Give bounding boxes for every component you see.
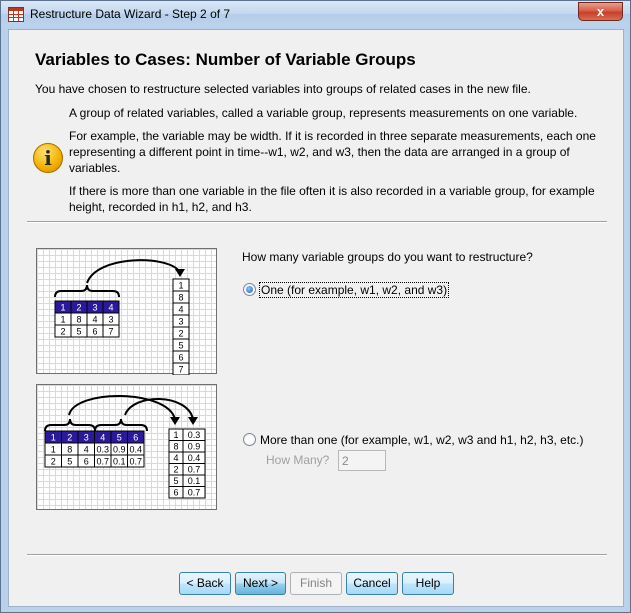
table-grid-icon [8,7,24,22]
title-bar[interactable]: Restructure Data Wizard - Step 2 of 7 x [1,1,630,27]
diagram-one-data-cell: 1 [60,315,65,325]
question-label: How many variable groups do you want to … [242,250,533,264]
diagram-more-header-cell: 2 [67,433,72,443]
diagram-one-header-cell: 4 [108,303,113,313]
diagram-more-result-b-cell: 0.4 [188,453,201,463]
diagram-more-data-cell: 0.1 [113,457,126,467]
diagram-more-result-a-cell: 1 [173,430,178,440]
diagram-one-data-cell: 5 [76,327,81,337]
intro-text: You have chosen to restructure selected … [35,82,531,96]
diagram-more-result-b-cell: 0.3 [188,430,201,440]
bottom-divider [27,554,607,556]
top-divider [27,221,607,223]
diagram-one-data-cell: 8 [76,315,81,325]
diagram-one-result-cell: 1 [178,281,183,291]
diagram-more-data-cell: 0.7 [129,457,142,467]
diagram-one-result-cell: 6 [178,353,183,363]
diagram-more-svg: 123456 1 8 4 0.3 0.9 0.42 5 6 0.7 0.1 0.7 1842560.… [44,395,206,499]
diagram-more-data-cell: 2 [51,457,56,467]
diagram-more-data-cell: 6 [84,457,89,467]
diagram-more-header-cell: 1 [51,433,56,443]
diagram-one-header-cell: 2 [76,303,81,313]
diagram-one-data-cell: 6 [92,327,97,337]
diagram-more-result-b-cell: 0.1 [188,476,201,486]
diagram-more-header-cell: 5 [117,433,122,443]
diagram-more-result-a-cell: 6 [173,488,178,498]
diagram-more-data-cell: 5 [67,457,72,467]
diagram-one-data-cell: 4 [92,315,97,325]
diagram-more-result-b-cell: 0.9 [188,442,201,452]
diagram-more-header-cell: 4 [100,433,105,443]
info-icon: i [33,143,63,173]
diagram-more-result-a-cell: 5 [173,476,178,486]
diagram-more-data-cell: 4 [84,445,89,455]
diagram-one-svg: 1 2 3 4 1 8 4 3 2 5 6 7 1 8 4 3 2 5 6 7 [54,259,190,375]
diagram-more-header-cell: 6 [133,433,138,443]
diagram-one-result-cell: 5 [178,341,183,351]
how-many-label: How Many? [266,453,330,467]
diagram-one-group: 1 2 3 4 1 8 4 3 2 5 6 7 1 8 4 3 2 5 6 7 [36,248,217,375]
diagram-one-result-cell: 8 [178,293,183,303]
diagram-more-result-a-cell: 4 [173,453,178,463]
diagram-one-result-cell: 3 [178,317,183,327]
info-paragraph-3: If there is more than one variable in th… [69,184,595,214]
diagram-more-data-cell: 0.3 [96,445,109,455]
option-one-text: One (for example, w1, w2, and w3) [259,282,450,298]
radio-one-label[interactable]: One (for example, w1, w2, and w3) [259,282,450,298]
next-button[interactable]: Next > [235,572,286,595]
diagram-more-result-a-cell: 8 [173,442,178,452]
wizard-window: Restructure Data Wizard - Step 2 of 7 x … [0,0,631,613]
diagram-one-data-cell: 7 [108,327,113,337]
back-button[interactable]: < Back [179,572,231,595]
diagram-more-data-cell: 0.9 [113,445,126,455]
diagram-more-data-cell: 1 [51,445,56,455]
diagram-more-result-a-cell: 2 [173,465,178,475]
close-button[interactable]: x [578,2,623,21]
diagram-more-result-b-cell: 0.7 [188,465,201,475]
diagram-one-result-cell: 2 [178,329,183,339]
radio-one[interactable] [243,283,256,296]
finish-button[interactable]: Finish [290,572,342,595]
info-paragraph-1: A group of related variables, called a v… [69,106,578,120]
diagram-one-data-cell: 3 [108,315,113,325]
diagram-more-result-b-cell: 0.7 [188,488,201,498]
page-title: Variables to Cases: Number of Variable G… [35,50,416,69]
diagram-more-data-cell: 0.7 [96,457,109,467]
info-paragraph-2: For example, the variable may be width. … [69,129,596,175]
radio-more-than-one[interactable] [243,433,256,446]
diagram-one-result-cell: 7 [178,365,183,375]
diagram-more-header-cell: 3 [84,433,89,443]
how-many-input[interactable] [338,450,386,471]
diagram-one-data-cell: 2 [60,327,65,337]
wizard-content: Variables to Cases: Number of Variable G… [8,29,624,607]
diagram-one-header-cell: 1 [60,303,65,313]
window-title: Restructure Data Wizard - Step 2 of 7 [30,7,231,21]
diagram-one-header-cell: 3 [92,303,97,313]
cancel-button[interactable]: Cancel [346,572,398,595]
diagram-one-result-cell: 4 [178,305,183,315]
radio-more-label[interactable]: More than one (for example, w1, w2, w3 a… [260,433,584,447]
diagram-more-groups: 123456 1 8 4 0.3 0.9 0.4 2 5 6 0.7 0.1 0.7 1 8 4 2 5 6 0.… [36,384,217,510]
diagram-more-data-cell: 0.4 [129,445,142,455]
diagram-more-data-cell: 8 [67,445,72,455]
close-icon: x [596,4,605,19]
help-button[interactable]: Help [402,572,454,595]
